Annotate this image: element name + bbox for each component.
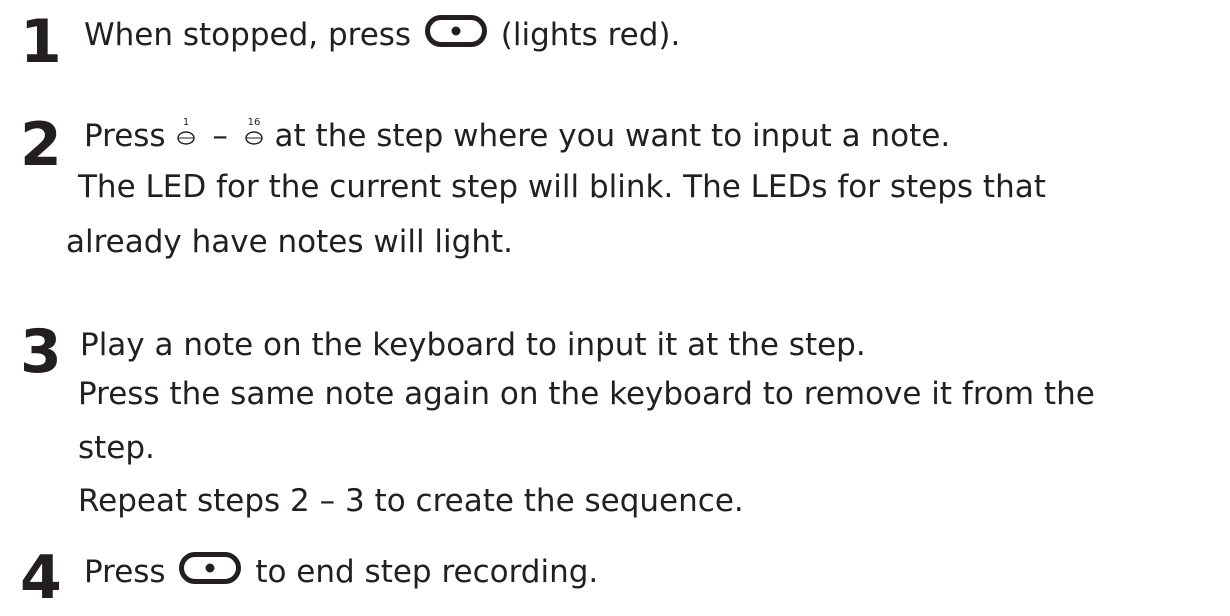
step-3-line-3: step. [78, 430, 155, 466]
svg-text:1: 1 [183, 117, 189, 128]
step-number: 3 [20, 317, 62, 387]
step-number: 1 [20, 7, 62, 77]
range-separator: – [212, 118, 228, 154]
step-2-text-before: Press [84, 118, 166, 154]
step-1-button-icon: 1 [175, 117, 197, 157]
step-3-line-4: Repeat steps 2 – 3 to create the sequenc… [78, 483, 744, 519]
step-1-text-after: (lights red). [500, 17, 681, 53]
step-2-line-1: Press 1 – 16 at the step where you want … [84, 117, 951, 157]
step-4-text-after: to end step recording. [255, 554, 599, 590]
step-4-text-before: Press [84, 554, 166, 590]
record-button-icon [421, 14, 491, 55]
step-number: 4 [20, 543, 62, 613]
step-1-line-1: When stopped, press (lights red). [84, 14, 681, 55]
step-number: 2 [20, 110, 62, 180]
step-2-text-after: at the step where you want to input a no… [274, 118, 951, 154]
step-4-line-1: Press to end step recording. [84, 551, 599, 592]
record-button-icon [175, 551, 245, 592]
step-1-text-before: When stopped, press [84, 17, 412, 53]
step-16-button-icon: 16 [243, 117, 265, 157]
step-3-line-1: Play a note on the keyboard to input it … [80, 327, 866, 363]
step-2-line-3: already have notes will light. [66, 224, 513, 260]
step-3-line-2: Press the same note again on the keyboar… [78, 376, 1095, 412]
step-2-line-2: The LED for the current step will blink.… [78, 169, 1046, 205]
svg-text:16: 16 [247, 117, 260, 128]
